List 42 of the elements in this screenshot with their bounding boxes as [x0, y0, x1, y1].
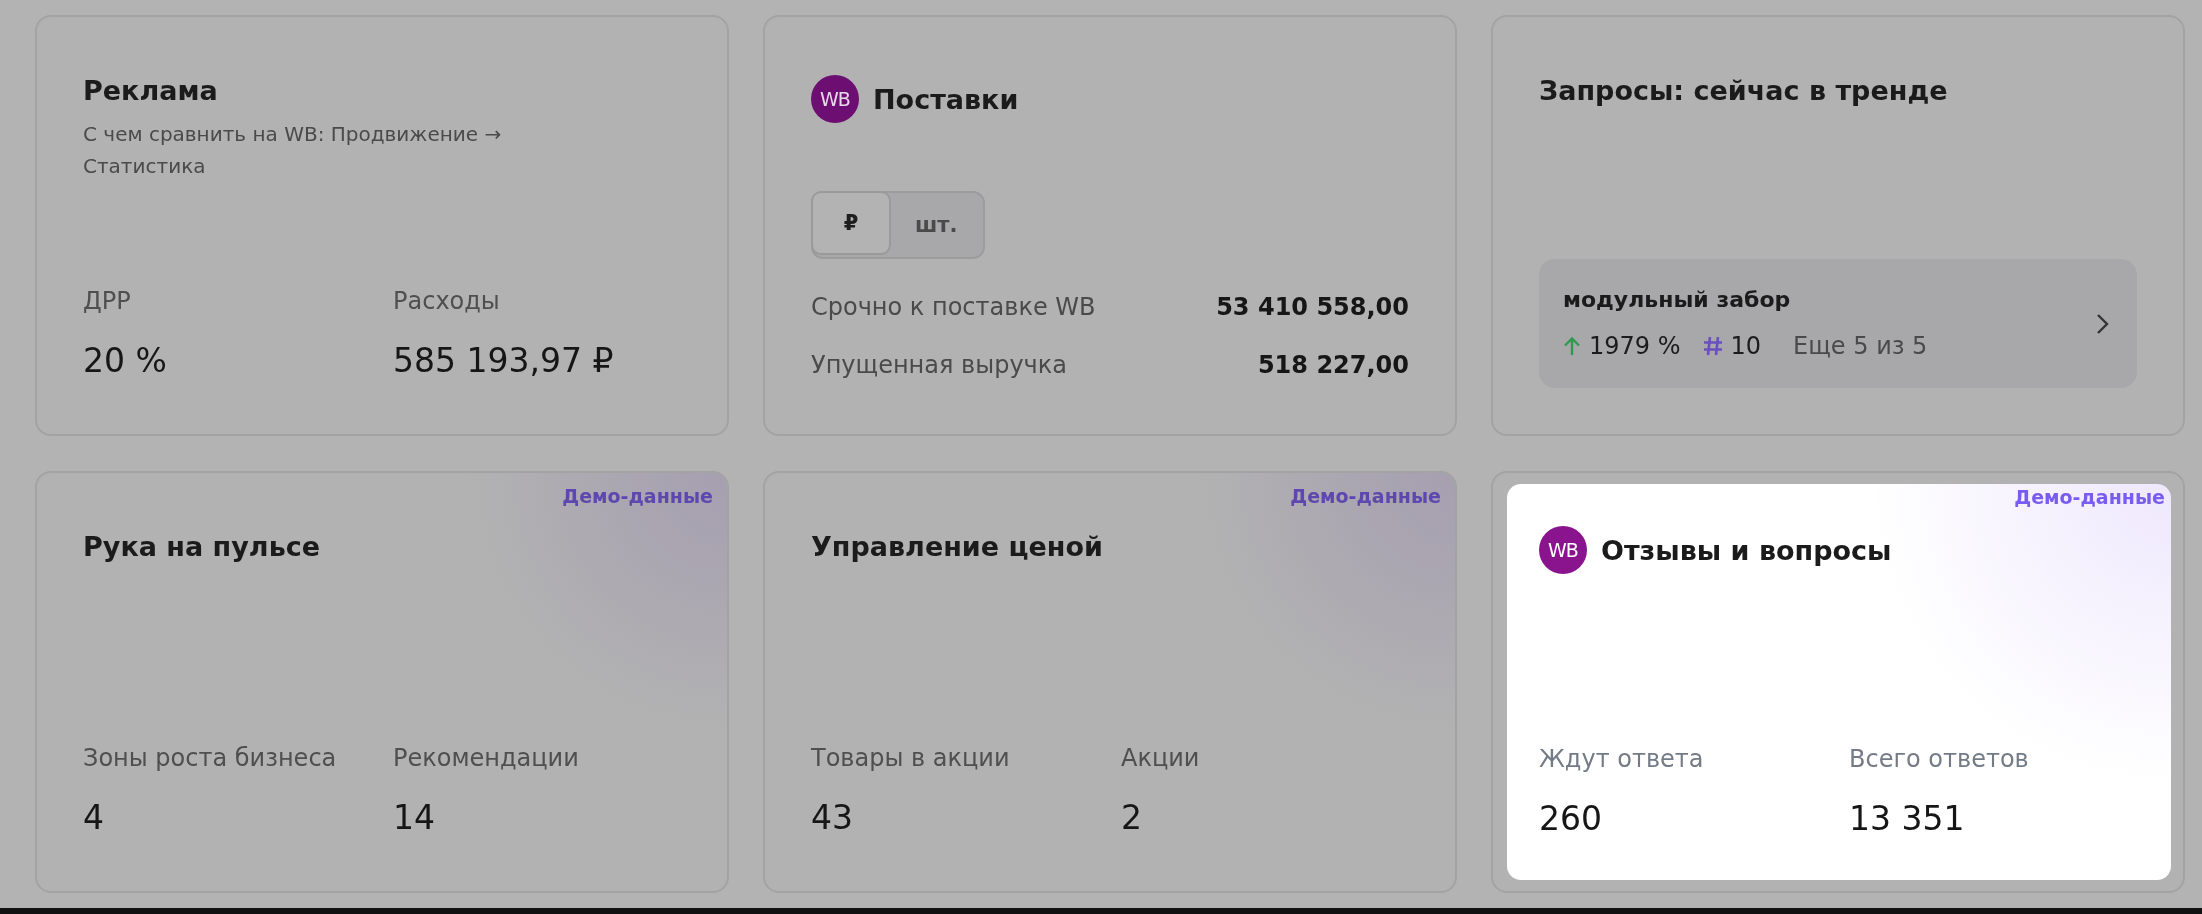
stat-label: Расходы: [393, 287, 501, 315]
stat-label: Зоны роста бизнеса: [83, 744, 338, 772]
row-label: Упущенная выручка: [811, 351, 1067, 379]
demo-data-label: Демо-данные: [2014, 486, 2165, 508]
card-title: Поставки: [873, 83, 1019, 115]
more-queries-text: Еще 5 из 5: [1793, 332, 1928, 360]
stat-label: ДРР: [83, 287, 132, 315]
up-arrow-icon: [1563, 336, 1581, 356]
demo-data-label: Демо-данные: [562, 485, 713, 507]
card-subtitle: С чем сравнить на WB: Продвижение → Статистика: [83, 121, 503, 180]
row-label: Срочно к поставке WB: [811, 293, 1096, 321]
stat-label: Рекомендации: [393, 744, 580, 772]
stat-value: 260: [1539, 799, 1603, 838]
unit-toggle-option[interactable]: ₽: [811, 191, 891, 255]
stat-label: Товары в акции: [811, 744, 1011, 772]
stat-value: 14: [393, 798, 436, 837]
chevron-right-icon: [2095, 312, 2109, 335]
card-title: Рука на пульсе: [83, 531, 321, 562]
stat-label: Ждут ответа: [1539, 745, 1705, 773]
stat-value: 43: [811, 798, 854, 837]
query-text: модульный забор: [1563, 287, 1792, 312]
demo-data-label: Демо-данные: [1290, 485, 1441, 507]
card-title: Управление ценой: [811, 531, 1103, 562]
row-value: 53 410 558,00: [1216, 293, 1409, 321]
unit-toggle-option[interactable]: шт.: [889, 193, 984, 257]
rank-value: 10: [1730, 332, 1762, 360]
stat-value: 2: [1121, 798, 1143, 837]
stat-label: Всего ответов: [1849, 745, 2030, 773]
stat-value: 585 193,97 ₽: [393, 341, 615, 380]
card-title: Реклама: [83, 75, 218, 106]
logo-badge: WB: [1539, 526, 1587, 574]
card-title: Запросы: сейчас в тренде: [1539, 75, 1948, 106]
stat-value: 4: [83, 798, 105, 837]
stat-value: 20 %: [83, 341, 168, 380]
growth-value: 1979 %: [1589, 332, 1681, 360]
row-value: 518 227,00: [1257, 351, 1409, 379]
card-title: Отзывы и вопросы: [1601, 534, 1892, 566]
stat-label: Акции: [1121, 744, 1201, 772]
trend-query-item[interactable]: модульный забор 1979 % 10 Еще 5 из 5: [1539, 259, 2137, 388]
hash-icon: [1702, 335, 1723, 357]
stat-value: 13 351: [1849, 799, 1966, 838]
logo-badge: WB: [811, 75, 859, 123]
